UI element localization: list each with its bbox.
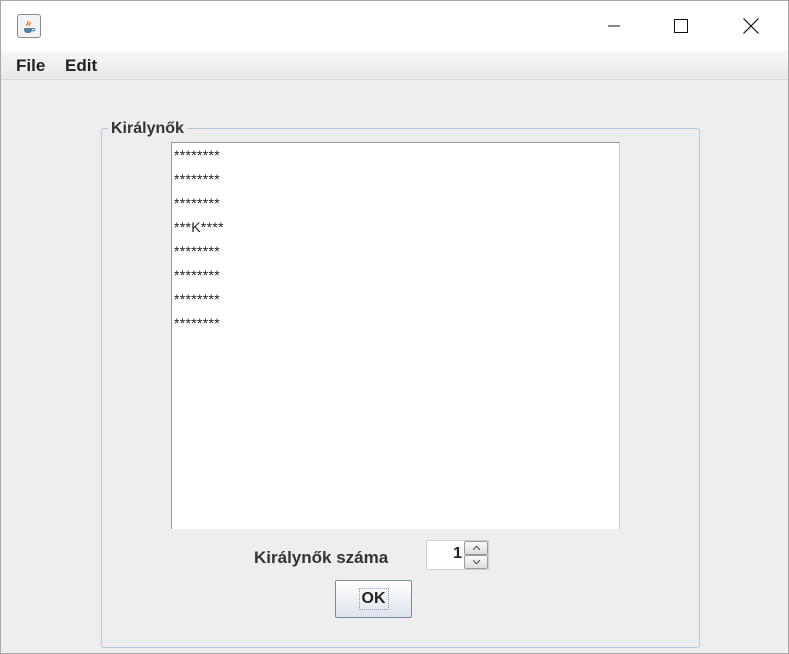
- close-button[interactable]: [716, 1, 786, 51]
- chevron-up-icon: [472, 546, 480, 550]
- app-window: File Edit Királynők ******** ******** **…: [0, 0, 789, 654]
- menu-bar: File Edit: [1, 51, 788, 80]
- maximize-icon: [674, 19, 688, 33]
- minimize-button[interactable]: [579, 1, 649, 51]
- queen-count-spinner[interactable]: 1: [426, 540, 489, 570]
- queen-count-label: Királynők száma: [254, 548, 389, 567]
- maximize-button[interactable]: [646, 1, 716, 51]
- content-panel: Királynők ******** ******** ******** ***…: [7, 80, 783, 651]
- ok-button-label: OK: [358, 588, 389, 610]
- board-row: ********: [174, 291, 220, 307]
- board-row: ********: [174, 147, 220, 163]
- spinner-up-button[interactable]: [464, 541, 488, 555]
- board-row: ********: [174, 267, 220, 283]
- board-text-area[interactable]: ******** ******** ******** ***K**** ****…: [171, 142, 620, 529]
- java-app-icon[interactable]: [17, 14, 41, 38]
- ok-button[interactable]: OK: [335, 580, 412, 618]
- board-row: ********: [174, 171, 220, 187]
- board-row: ********: [174, 243, 220, 259]
- menu-edit[interactable]: Edit: [65, 56, 97, 76]
- queens-group-box: Királynők ******** ******** ******** ***…: [101, 120, 700, 648]
- queen-count-value[interactable]: 1: [453, 545, 462, 563]
- board-row: ********: [174, 315, 220, 331]
- title-bar[interactable]: [1, 1, 788, 51]
- close-icon: [743, 18, 759, 34]
- board-row: ********: [174, 195, 220, 211]
- chevron-down-icon: [472, 560, 480, 564]
- menu-file[interactable]: File: [16, 56, 45, 76]
- spinner-down-button[interactable]: [464, 555, 488, 569]
- group-title: Királynők: [108, 120, 187, 138]
- board-row: ***K****: [174, 219, 224, 235]
- minimize-icon: [608, 25, 620, 27]
